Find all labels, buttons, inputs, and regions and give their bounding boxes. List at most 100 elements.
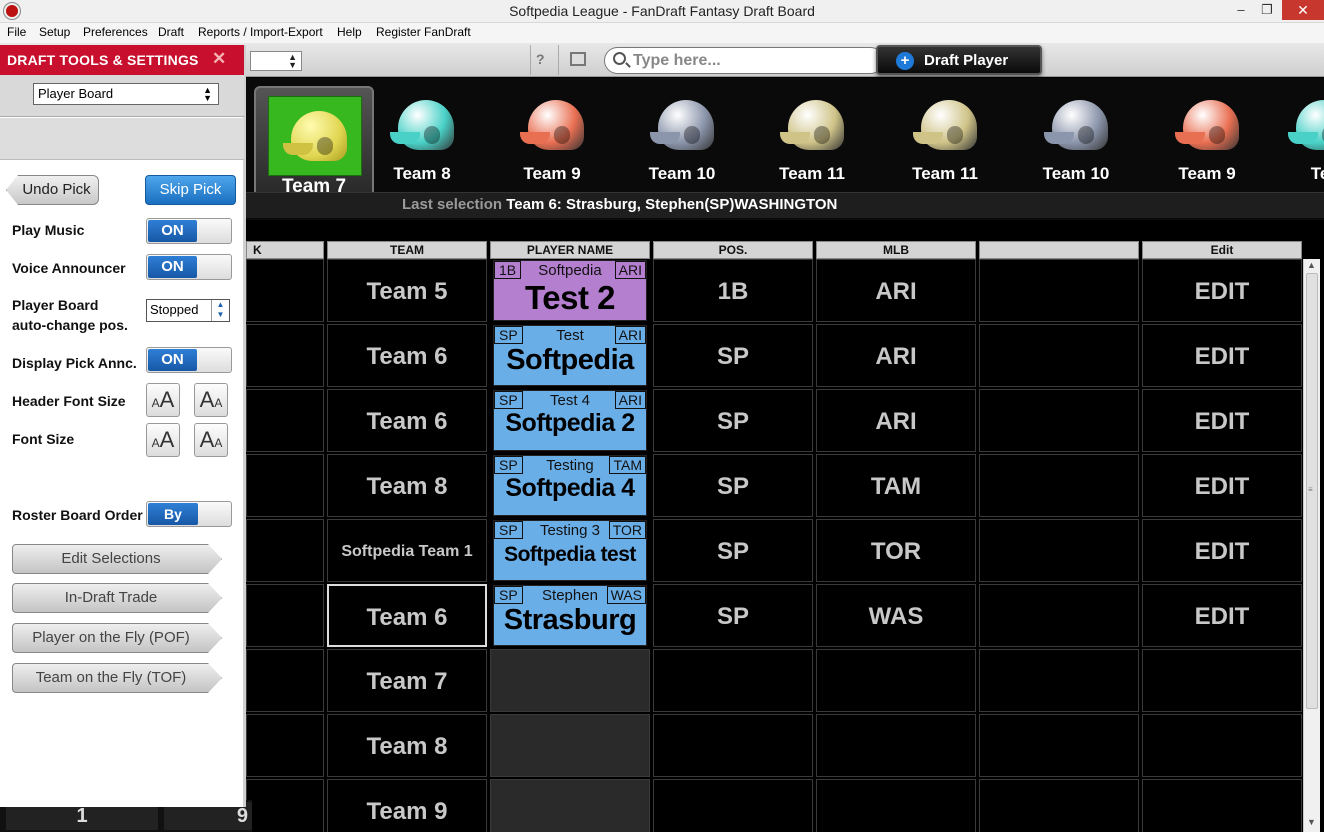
team-cell: Softpedia Team 1: [327, 519, 487, 582]
player-team-badge: TAM: [609, 456, 646, 474]
board-pos-stepper[interactable]: Stopped ▲ ▼: [146, 299, 230, 322]
pick-cell: [246, 519, 324, 582]
strip-team-name[interactable]: Team 9: [1147, 164, 1267, 184]
pos-cell-text: SP: [716, 603, 749, 630]
display-pick-toggle[interactable]: ON: [146, 347, 232, 373]
window-layout-icon[interactable]: [570, 52, 586, 66]
draft-player-button[interactable]: + Draft Player: [876, 45, 1042, 75]
team-strip: Team 7 Team 8 Team 9 Team 10 Team 11 Team 11…: [246, 78, 1324, 220]
player-card[interactable]: Test SP ARI Softpedia: [493, 325, 647, 386]
edit-cell-text: EDIT: [1194, 538, 1250, 565]
strip-team-name[interactable]: Team 10: [1016, 164, 1136, 184]
menu-reports[interactable]: Reports / Import-Export: [198, 25, 323, 39]
spinner-arrows-icon[interactable]: ▲ ▼: [211, 300, 229, 321]
help-button[interactable]: ?: [536, 51, 545, 67]
menu-preferences[interactable]: Preferences: [83, 25, 148, 39]
toolbar-divider: [558, 45, 559, 75]
strip-team-name[interactable]: Team 11: [885, 164, 1005, 184]
helmet-icon: [650, 96, 718, 154]
mlb-cell: TAM: [816, 454, 976, 517]
team-on-the-fly-button[interactable]: Team on the Fly (TOF): [12, 663, 222, 693]
player-card[interactable]: Stephen SP WAS Strasburg: [493, 585, 647, 646]
font-small-icon: A: [151, 396, 160, 410]
player-card[interactable]: Testing SP TAM Softpedia 4: [493, 455, 647, 516]
edit-cell-text: EDIT: [1194, 603, 1250, 630]
font-increase-button[interactable]: AA: [194, 423, 228, 457]
mlb-cell: ARI: [816, 389, 976, 452]
player-pos-badge: SP: [494, 326, 523, 344]
strip-team-name[interactable]: Team 11: [752, 164, 872, 184]
player-pos-badge: SP: [494, 521, 523, 539]
helmet-icon: [520, 96, 588, 154]
column-header-pos: POS.: [653, 241, 813, 259]
pos-cell: [653, 779, 813, 832]
pos-cell-text: SP: [716, 538, 749, 565]
strip-team-name[interactable]: Team 9: [492, 164, 612, 184]
font-big-icon: A: [199, 427, 215, 452]
menu-help[interactable]: Help: [337, 25, 362, 39]
panel-close-icon[interactable]: ✕: [212, 49, 226, 69]
close-window-button[interactable]: ✕: [1282, 0, 1324, 20]
maximize-button[interactable]: ❐: [1254, 0, 1280, 20]
edit-cell[interactable]: EDIT: [1142, 454, 1302, 517]
strip-team-name[interactable]: Team 10: [622, 164, 742, 184]
window-title: Softpedia League - FanDraft Fantasy Draf…: [509, 3, 815, 19]
edit-selections-button[interactable]: Edit Selections: [12, 544, 222, 574]
font-big-icon: A: [199, 387, 215, 412]
strip-team-name[interactable]: Team 8: [362, 164, 482, 184]
player-team-badge: ARI: [614, 261, 646, 279]
in-draft-trade-button[interactable]: In-Draft Trade: [12, 583, 222, 613]
toggle-by-pick: By Pick: [148, 503, 198, 544]
player-search-input[interactable]: [633, 51, 863, 70]
column-header-blank: [979, 241, 1139, 259]
player-team-badge: WAS: [606, 586, 646, 604]
panel-spacer: [0, 118, 244, 160]
pick-cell: [246, 454, 324, 517]
mlb-cell: [816, 779, 976, 832]
edit-cell[interactable]: EDIT: [1142, 519, 1302, 582]
mlb-cell-text: TAM: [870, 473, 922, 500]
menu-file[interactable]: File: [7, 25, 26, 39]
pick-cell: [246, 779, 324, 832]
player-card[interactable]: Softpedia 1B ARI Test 2: [493, 260, 647, 321]
menu-bar: File Setup Preferences Draft Reports / I…: [0, 23, 1324, 43]
skip-pick-button[interactable]: Skip Pick: [145, 175, 236, 205]
font-decrease-button[interactable]: AA: [146, 423, 180, 457]
scroll-down-icon[interactable]: ▼: [1307, 817, 1316, 827]
voice-announcer-toggle[interactable]: ON: [146, 254, 232, 280]
vertical-scrollbar[interactable]: ▲ ≡ ▼: [1303, 259, 1320, 832]
team-cell: Team 5: [327, 259, 487, 322]
menu-register[interactable]: Register FanDraft: [376, 25, 471, 39]
scroll-up-icon[interactable]: ▲: [1307, 260, 1316, 270]
strip-team-name[interactable]: Te: [1260, 164, 1324, 184]
edit-cell[interactable]: EDIT: [1142, 259, 1302, 322]
edit-cell[interactable]: EDIT: [1142, 584, 1302, 647]
menu-draft[interactable]: Draft: [158, 25, 184, 39]
header-font-decrease-button[interactable]: AA: [146, 383, 180, 417]
helmet-icon: [1044, 96, 1112, 154]
header-font-increase-button[interactable]: AA: [194, 383, 228, 417]
undo-pick-button[interactable]: Undo Pick: [6, 175, 99, 205]
edit-cell[interactable]: EDIT: [1142, 389, 1302, 452]
font-big-icon: A: [159, 427, 175, 452]
player-card[interactable]: Test 4 SP ARI Softpedia 2: [493, 390, 647, 451]
team-cell-text: Team 6: [366, 343, 448, 370]
player-card[interactable]: Testing 3 SP TOR Softpedia test: [493, 520, 647, 581]
title-bar: Softpedia League - FanDraft Fantasy Draf…: [0, 0, 1324, 23]
board-view-select[interactable]: Player Board ▲ ▼: [33, 83, 219, 105]
column-header-mlb: MLB: [816, 241, 976, 259]
roster-order-toggle[interactable]: By Pick: [146, 501, 232, 544]
edit-cell[interactable]: EDIT: [1142, 324, 1302, 387]
player-last-name: Softpedia 2: [505, 409, 635, 437]
voice-announcer-label: Voice Announcer: [12, 260, 126, 276]
menu-setup[interactable]: Setup: [39, 25, 70, 39]
toolbar-select[interactable]: ▲ ▼: [250, 51, 302, 71]
blank-cell: [979, 779, 1139, 832]
minimize-button[interactable]: –: [1228, 0, 1254, 20]
mlb-cell: [816, 714, 976, 777]
blank-cell: [979, 454, 1139, 517]
play-music-toggle[interactable]: ON: [146, 218, 232, 244]
mlb-cell-text: ARI: [875, 408, 917, 435]
player-on-the-fly-button[interactable]: Player on the Fly (POF): [12, 623, 222, 653]
mlb-cell: ARI: [816, 259, 976, 322]
